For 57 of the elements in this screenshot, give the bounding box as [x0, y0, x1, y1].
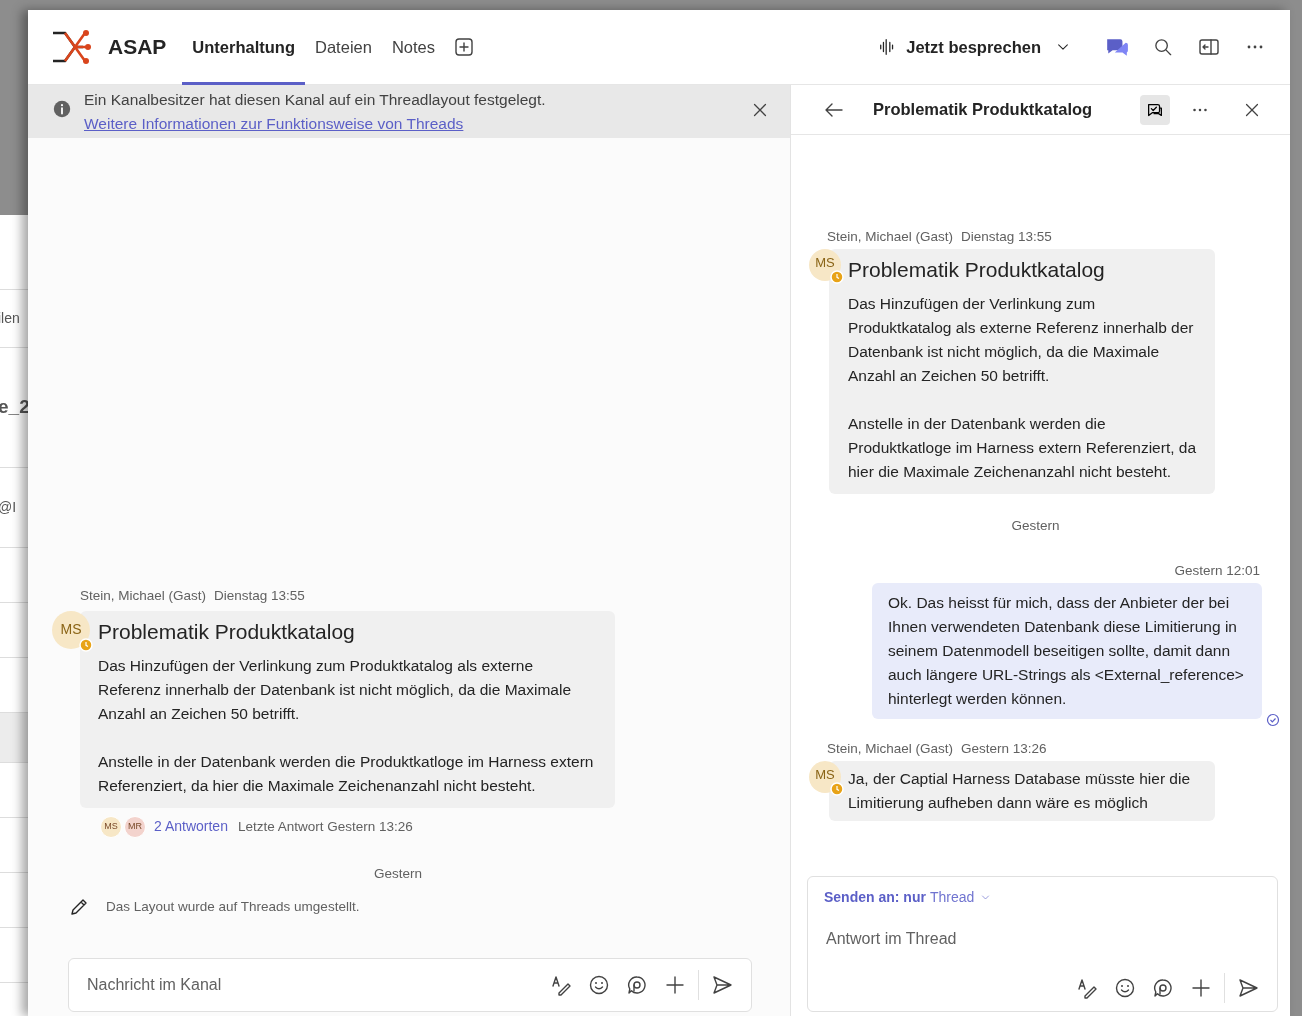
banner-text: Ein Kanalbesitzer hat diesen Kanal auf ein Threadlayout festgelegt. Weitere Informationen zur Funktionsweise von Threads — [84, 90, 547, 134]
author-name: Stein, Michael (Gast) — [827, 228, 954, 246]
send-icon[interactable] — [711, 974, 733, 996]
send-icon[interactable] — [1237, 977, 1259, 999]
emoji-icon[interactable] — [1114, 977, 1136, 999]
message-input[interactable]: Nachricht im Kanal — [85, 972, 546, 998]
message-time: Dienstag 13:55 — [214, 587, 305, 606]
last-reply-text: Letzte Antwort Gestern 13:26 — [237, 817, 413, 836]
format-icon[interactable] — [550, 974, 572, 996]
tab[interactable]: Notes — [381, 9, 445, 85]
send-to-label: Senden an: nur — [824, 888, 926, 907]
avatar: MS — [100, 815, 122, 838]
help-link[interactable]: Weitere Informationen zur Funktionsweise von Threads — [84, 115, 464, 132]
reply-input[interactable]: Antwort im Thread — [824, 926, 1263, 952]
system-message: Das Layout wurde auf Threads umgestellt. — [106, 897, 360, 916]
message-text: Das Hinzufügen der Verlinkung zum Produktkatalog als externe Referenz innerhalb der Datenbank ist nicht möglich, da die Maximale Anzahl an Zeichen 50 betrifft. — [98, 655, 572, 724]
read-receipt-icon — [1266, 712, 1280, 727]
avatar: MR — [124, 815, 146, 838]
pop-out-icon[interactable] — [1198, 36, 1220, 58]
author-name: Stein, Michael (Gast) — [80, 587, 207, 606]
avatar: MS — [809, 249, 841, 282]
add-icon[interactable] — [664, 974, 686, 996]
replies-link[interactable]: 2 Antworten — [154, 816, 228, 838]
avatar: MS — [52, 610, 90, 649]
app-logo — [52, 27, 92, 67]
meet-now-button[interactable]: Jetzt besprechen — [872, 33, 1077, 61]
thread-title: Problematik Produktkatalog — [873, 99, 1094, 121]
author-name: Stein, Michael (Gast) — [827, 739, 954, 758]
message-text: Ok. Das heisst für mich, dass der Anbieter der bei Ihnen verwendeten Datenbank diese Limitierung in seinem Datenmodell beseitigen sollte, damit dann auch längere URL-Strings als <External_reference> hinterlegt werden können. — [888, 592, 1245, 709]
message-text: Anstelle in der Datenbank werden die Produktkatloge im Harness extern Referenziert, da hier die Maximale Zeichenanzahl nicht besteht. — [98, 751, 595, 796]
add-tab-icon[interactable] — [453, 36, 475, 58]
message-text: Ja, der Captial Harness Database müsste hier die Limitierung aufheben dann wäre es möglich — [848, 769, 1192, 814]
message-text: Das Hinzufügen der Verlinkung zum Produktkatalog als externe Referenz innerhalb der Datenbank ist nicht möglich, da die Maximale Anzahl an Zeichen 50 betrifft. — [848, 294, 1195, 387]
add-icon[interactable] — [1190, 977, 1212, 999]
message-time: Gestern 12:01 — [1174, 561, 1261, 580]
app-name: ASAP — [108, 34, 167, 61]
post-title: Problematik Produktkatalog — [98, 618, 356, 644]
date-divider: Gestern — [373, 864, 423, 883]
message-time: Dienstag 13:55 — [961, 228, 1052, 246]
loop-icon[interactable] — [1152, 977, 1174, 999]
reply-composer[interactable]: Senden an: nur Thread Antwort im Thread — [807, 876, 1278, 1012]
date-divider: Gestern — [1010, 517, 1061, 536]
search-icon[interactable] — [1153, 36, 1174, 58]
format-icon[interactable] — [1076, 977, 1098, 999]
post-title: Problematik Produktkatalog — [848, 257, 1106, 283]
avatar: MS — [809, 761, 841, 794]
message-text: Anstelle in der Datenbank werden die Produktkatloge im Harness extern Referenziert, da hier die Maximale Zeichenanzahl nicht besteht. — [848, 414, 1198, 483]
message-composer[interactable]: Nachricht im Kanal — [68, 958, 752, 1012]
emoji-icon[interactable] — [588, 974, 610, 996]
send-to-dropdown[interactable]: Thread — [929, 887, 992, 908]
loop-icon[interactable] — [626, 974, 648, 996]
away-status-icon — [830, 782, 844, 797]
away-status-icon — [79, 637, 93, 652]
info-icon — [52, 99, 72, 119]
tab[interactable]: Dateien — [305, 9, 382, 85]
away-status-icon — [830, 270, 844, 285]
message-time: Gestern 13:26 — [961, 739, 1047, 758]
